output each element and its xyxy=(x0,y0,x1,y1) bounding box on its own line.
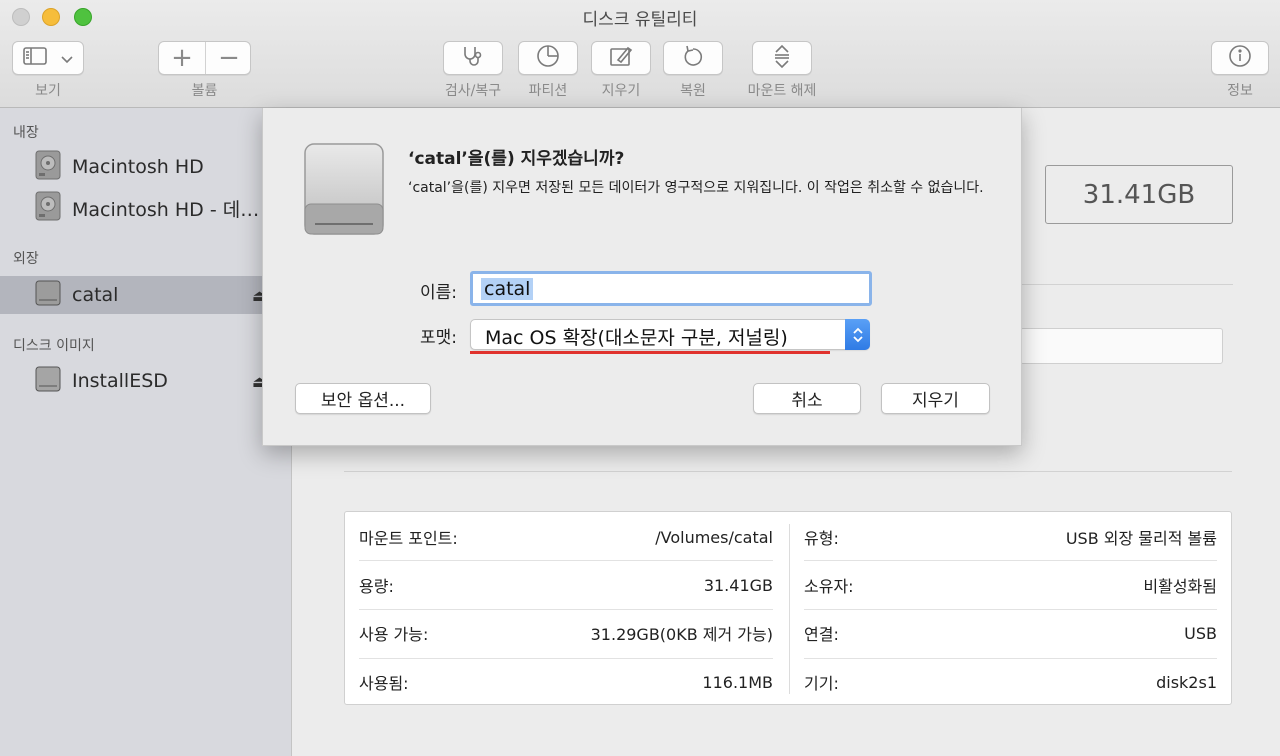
view-button[interactable] xyxy=(12,41,84,75)
external-drive-icon xyxy=(35,279,61,311)
erase-label: 지우기 xyxy=(601,83,641,99)
info-key: 마운트 포인트: xyxy=(359,529,458,548)
hard-drive-icon xyxy=(35,150,61,184)
window-title: 디스크 유틸리티 xyxy=(582,10,698,30)
info-row-used: 사용됨: 116.1MB xyxy=(359,658,773,706)
remove-volume-button[interactable]: − xyxy=(206,42,252,74)
restore-button[interactable] xyxy=(663,41,723,75)
unmount-button[interactable] xyxy=(752,41,812,75)
info-key: 소유자: xyxy=(804,577,854,596)
erase-confirm-button[interactable]: 지우기 xyxy=(881,383,990,414)
first-aid-button[interactable] xyxy=(443,41,503,75)
sidebar-item-macintosh-hd[interactable]: Macintosh HD xyxy=(0,148,292,186)
info-value: disk2s1 xyxy=(1156,672,1217,692)
info-row-available: 사용 가능: 31.29GB(0KB 제거 가능) xyxy=(359,609,773,657)
sidebar-section-external: 외장 xyxy=(13,251,39,267)
name-input-value: catal xyxy=(481,277,534,300)
capacity-display: 31.41GB xyxy=(1045,165,1233,224)
sidebar-item-label: InstallESD xyxy=(72,370,168,392)
info-key: 사용 가능: xyxy=(359,625,429,644)
info-key: 용량: xyxy=(359,577,394,596)
restore-label: 복원 xyxy=(680,83,706,99)
format-label: 포맷: xyxy=(419,328,457,348)
cancel-button[interactable]: 취소 xyxy=(753,383,861,414)
info-row-owner: 소유자: 비활성화됨 xyxy=(804,561,1217,609)
first-aid-label: 검사/복구 xyxy=(444,83,502,99)
row-divider xyxy=(804,609,1217,610)
info-value: 31.41GB xyxy=(703,575,773,595)
sidebar-item-label: Macintosh HD xyxy=(72,156,204,178)
divider xyxy=(1020,284,1233,285)
usage-bar xyxy=(1020,328,1223,364)
row-divider xyxy=(359,609,773,610)
hard-drive-icon xyxy=(35,191,61,225)
info-value: 비활성화됨 xyxy=(1143,577,1217,596)
info-row-mount-point: 마운트 포인트: /Volumes/catal xyxy=(359,513,773,561)
row-divider xyxy=(359,658,773,659)
info-row-type: 유형: USB 외장 물리적 볼륨 xyxy=(804,513,1217,561)
pie-chart-icon xyxy=(536,44,560,72)
row-divider xyxy=(804,560,1217,561)
row-divider xyxy=(804,658,1217,659)
sidebar-item-catal[interactable]: catal ⏏ xyxy=(0,276,292,314)
highlight-underline xyxy=(470,351,830,354)
column-divider xyxy=(789,524,790,694)
partition-button[interactable] xyxy=(518,41,578,75)
unmount-icon xyxy=(772,44,792,72)
row-divider xyxy=(359,560,773,561)
info-label: 정보 xyxy=(1227,83,1253,99)
unmount-label: 마운트 해제 xyxy=(747,83,817,99)
sidebar-item-label: Macintosh HD - 데… xyxy=(72,198,260,221)
divider xyxy=(344,471,1232,472)
info-key: 사용됨: xyxy=(359,674,409,693)
add-volume-button[interactable]: + xyxy=(159,42,205,74)
sidebar-item-macintosh-hd-data[interactable]: Macintosh HD - 데… xyxy=(0,189,292,227)
info-row-capacity: 용량: 31.41GB xyxy=(359,561,773,609)
info-key: 연결: xyxy=(804,625,839,644)
info-value: /Volumes/catal xyxy=(655,527,773,547)
info-value: 31.29GB(0KB 제거 가능) xyxy=(590,625,773,644)
sidebar: 내장 Macintosh HD Macintosh HD - 데… 외장 cat… xyxy=(0,108,292,756)
info-key: 유형: xyxy=(804,529,839,548)
format-select[interactable]: Mac OS 확장(대소문자 구분, 저널링) xyxy=(470,319,870,350)
info-icon xyxy=(1228,44,1252,72)
restore-arrow-icon xyxy=(682,45,704,71)
name-label: 이름: xyxy=(419,283,457,303)
erase-dialog: ‘catal’을(를) 지우겠습니까? ‘catal’을(를) 지우면 저장된 … xyxy=(262,108,1022,446)
external-drive-icon xyxy=(35,365,61,397)
name-input[interactable]: catal xyxy=(470,271,872,306)
volume-segment: + − xyxy=(158,41,251,75)
info-value: 116.1MB xyxy=(702,672,773,692)
sidebar-icon xyxy=(23,47,47,69)
info-row-connection: 연결: USB xyxy=(804,609,1217,657)
select-arrows-icon xyxy=(845,319,870,350)
info-key: 기기: xyxy=(804,674,839,693)
sidebar-section-disk-images: 디스크 이미지 xyxy=(13,338,95,354)
partition-label: 파티션 xyxy=(528,83,568,99)
stethoscope-icon xyxy=(460,45,486,71)
dialog-title: ‘catal’을(를) 지우겠습니까? xyxy=(408,149,625,169)
info-row-device: 기기: disk2s1 xyxy=(804,658,1217,706)
sidebar-item-label: catal xyxy=(72,284,119,306)
view-label: 보기 xyxy=(35,83,61,99)
dialog-message: ‘catal’을(를) 지우면 저장된 모든 데이터가 영구적으로 지워집니다.… xyxy=(408,180,984,196)
erase-button[interactable] xyxy=(591,41,651,75)
chevron-down-icon xyxy=(61,49,73,68)
sidebar-item-installesd[interactable]: InstallESD ⏏ xyxy=(0,362,292,400)
window-toolbar: 디스크 유틸리티 보기 + − 볼륨 검사/복구 파티션 지우기 복원 마운트 … xyxy=(0,0,1280,108)
volume-label: 볼륨 xyxy=(191,83,218,99)
info-value: USB xyxy=(1184,623,1217,643)
format-select-value: Mac OS 확장(대소문자 구분, 저널링) xyxy=(485,327,788,349)
info-table: 마운트 포인트: /Volumes/catal 용량: 31.41GB 사용 가… xyxy=(344,511,1232,705)
external-drive-icon xyxy=(301,142,387,242)
info-value: USB 외장 물리적 볼륨 xyxy=(1065,529,1217,548)
eraser-pencil-icon xyxy=(609,45,633,71)
info-button[interactable] xyxy=(1211,41,1269,75)
sidebar-section-internal: 내장 xyxy=(13,125,39,141)
security-options-button[interactable]: 보안 옵션... xyxy=(295,383,431,414)
